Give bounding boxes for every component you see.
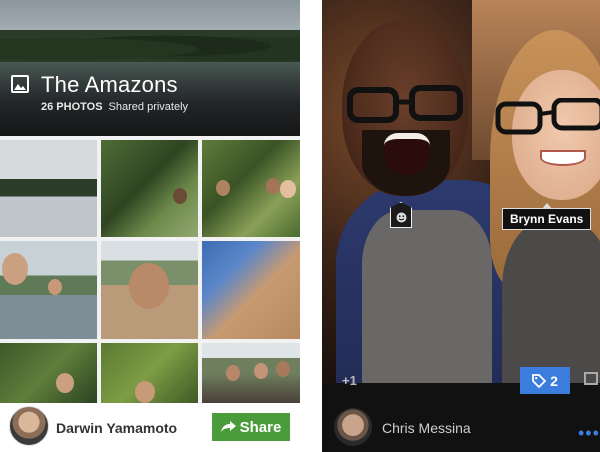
photo-person xyxy=(135,381,155,403)
glasses-shape xyxy=(347,85,463,123)
photo-thumbnail[interactable] xyxy=(0,241,97,339)
share-arrow-icon xyxy=(220,421,236,432)
photo-person xyxy=(2,253,28,285)
photo-person xyxy=(216,180,230,196)
photo-thumbnail[interactable] xyxy=(101,140,198,237)
owner-name[interactable]: Darwin Yamamoto xyxy=(56,420,177,436)
tag-icon xyxy=(532,373,547,388)
more-dots-icon[interactable]: ••• xyxy=(578,424,600,442)
tag-count-button[interactable]: 2 xyxy=(520,367,570,394)
album-meta: 26 PHOTOS Shared privately xyxy=(41,101,188,113)
photo-person xyxy=(56,373,74,393)
person-name-tag[interactable]: Brynn Evans xyxy=(502,203,592,230)
tag-count-label: 2 xyxy=(550,372,558,389)
photo-person xyxy=(280,180,296,198)
full-photo[interactable] xyxy=(322,0,600,390)
photo-panel: Brynn Evans +1 2 Chris Messina ••• xyxy=(322,0,600,452)
photo-album-icon xyxy=(11,75,29,93)
photo-person xyxy=(276,361,290,377)
photo-person xyxy=(129,263,169,309)
album-cover-photo[interactable]: The Amazons 26 PHOTOS Shared privately xyxy=(0,0,300,136)
photo-person xyxy=(226,365,240,381)
album-title: The Amazons xyxy=(41,72,178,97)
plus-one-button[interactable]: +1 xyxy=(342,373,357,388)
photo-person xyxy=(254,363,268,379)
album-panel: The Amazons 26 PHOTOS Shared privately Da… xyxy=(0,0,300,452)
photo-person xyxy=(266,178,280,194)
photo-person-mouth xyxy=(540,150,586,166)
owner-name[interactable]: Chris Messina xyxy=(382,420,471,436)
avatar[interactable] xyxy=(334,408,372,446)
photo-thumbnail[interactable] xyxy=(202,343,300,403)
album-sharing-status: Shared privately xyxy=(108,101,189,113)
album-photo-count: 26 PHOTOS xyxy=(41,101,103,113)
cover-treeline xyxy=(0,30,300,62)
avatar[interactable] xyxy=(9,406,49,446)
panel-divider xyxy=(300,0,322,452)
comment-icon[interactable] xyxy=(584,372,598,385)
share-button[interactable]: Share xyxy=(212,413,290,441)
photo-thumbnail[interactable] xyxy=(101,343,198,403)
photo-thumbnail[interactable] xyxy=(202,241,300,339)
photo-thumbnail[interactable] xyxy=(0,343,97,403)
photo-person xyxy=(48,279,62,295)
photo-person xyxy=(173,188,187,204)
photo-thumbnail[interactable] xyxy=(202,140,300,237)
photo-person-shirt xyxy=(362,210,492,390)
photo-thumbnail[interactable] xyxy=(0,140,97,237)
glasses-shape xyxy=(495,98,600,135)
photo-person-mouth xyxy=(384,133,430,175)
share-label: Share xyxy=(239,418,282,436)
photo-thumbnail[interactable] xyxy=(101,241,198,339)
photo-person xyxy=(502,220,600,390)
smiley-icon xyxy=(396,212,406,222)
